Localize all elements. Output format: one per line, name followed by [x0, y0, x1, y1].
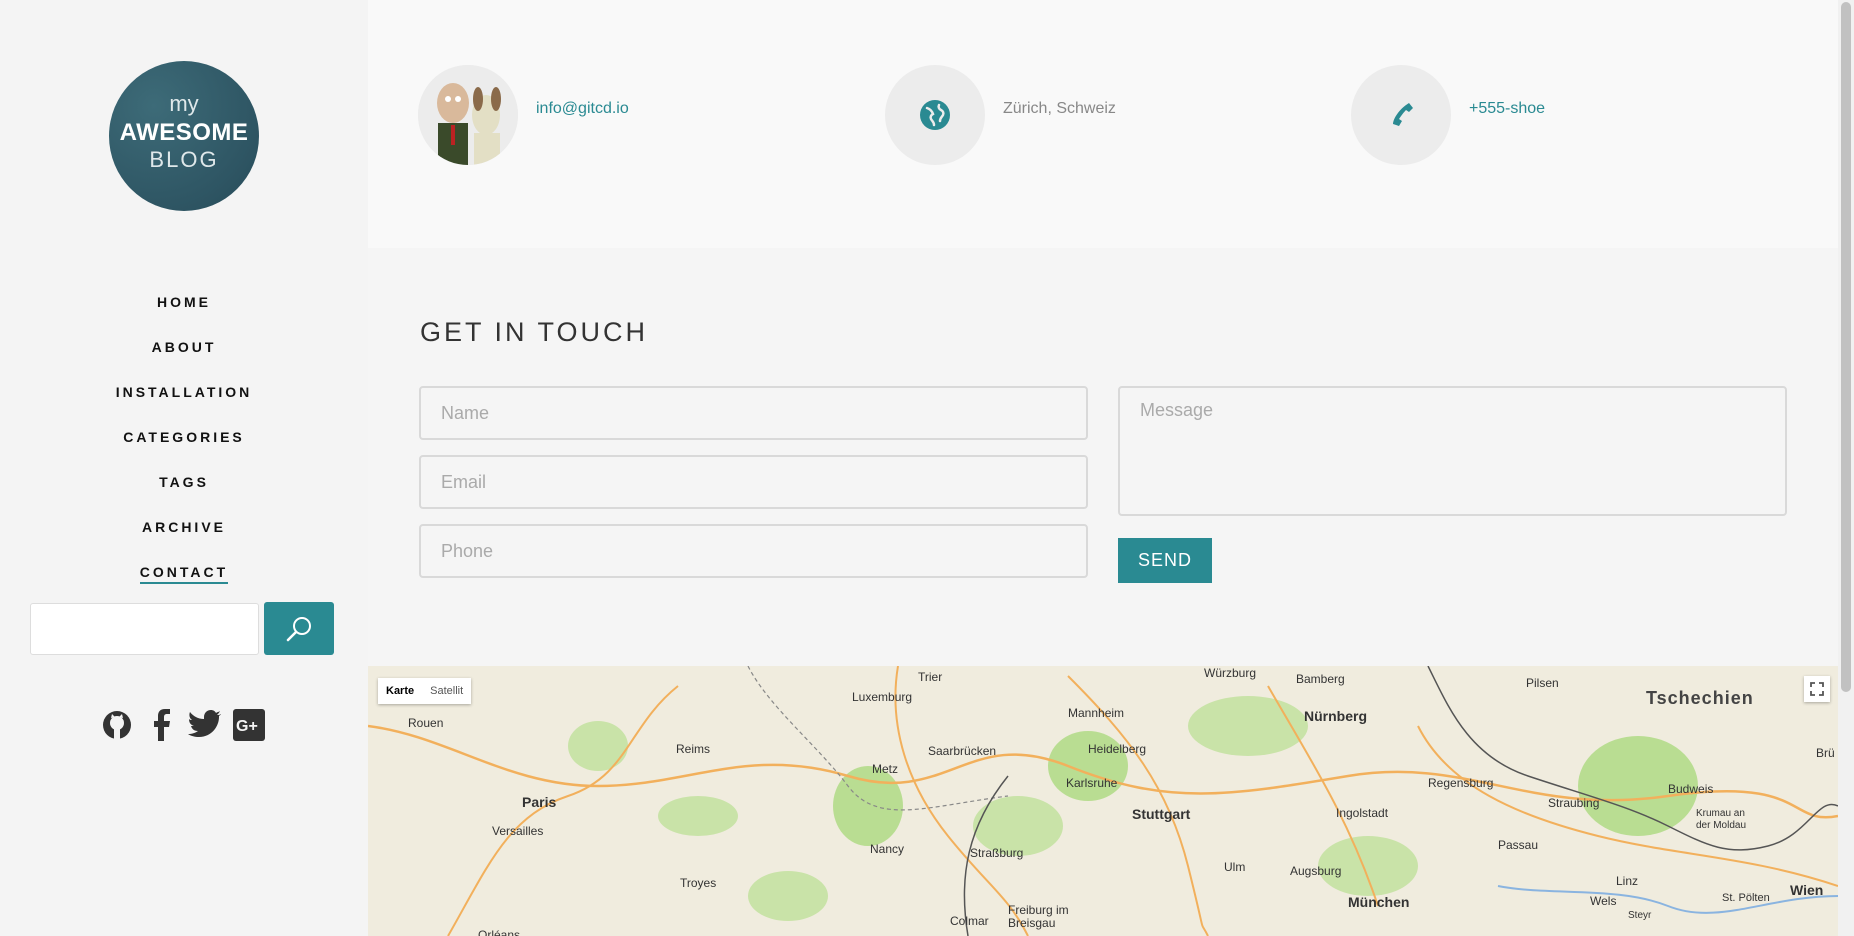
map-label: Regensburg [1428, 776, 1494, 790]
map[interactable]: Karte Satellit Würzburg Bamberg Pilsen T… [368, 666, 1838, 936]
map-label: St. Pölten [1722, 892, 1770, 904]
map-label: Passau [1498, 838, 1539, 852]
phone-field[interactable]: Phone [419, 524, 1088, 578]
avatar [418, 65, 518, 165]
map-label: Budweis [1668, 782, 1714, 796]
globe-icon [920, 100, 950, 130]
send-button[interactable]: SEND [1118, 538, 1212, 583]
blog-logo[interactable]: my AWESOME BLOG [109, 61, 259, 211]
email-field[interactable]: Email [419, 455, 1088, 509]
contact-info-band: info@gitcd.io Zürich, Schweiz +555-shoe [368, 0, 1838, 248]
map-label: Paris [522, 794, 557, 810]
twitter-icon[interactable] [188, 708, 222, 742]
name-field[interactable]: Name [419, 386, 1088, 440]
map-label: Pilsen [1526, 676, 1559, 690]
map-label: Freiburg im Breisgau [1008, 903, 1069, 930]
location-info: Zürich, Schweiz [885, 65, 1116, 165]
phone-link[interactable]: +555-shoe [1469, 100, 1545, 118]
message-placeholder: Message [1140, 400, 1214, 420]
email-placeholder: Email [441, 471, 487, 492]
map-label: Krumau an der Moldau [1696, 808, 1747, 831]
nav-item-archive[interactable]: ARCHIVE [0, 515, 368, 560]
map-label: Heidelberg [1088, 742, 1147, 756]
nav-item-about[interactable]: ABOUT [0, 335, 368, 380]
map-label: Colmar [950, 914, 989, 928]
map-label: Straubing [1548, 796, 1600, 810]
google-plus-icon[interactable]: G+ [232, 708, 266, 742]
phone-info: +555-shoe [1351, 65, 1545, 165]
map-label: Rouen [408, 716, 444, 730]
map-label: Augsburg [1290, 864, 1342, 878]
nav-item-categories[interactable]: CATEGORIES [0, 425, 368, 470]
map-label: München [1348, 894, 1410, 910]
search-button[interactable] [264, 602, 334, 655]
map-label: Versailles [492, 824, 544, 838]
page-title: GET IN TOUCH [420, 317, 649, 347]
phone-icon [1393, 103, 1413, 126]
map-label: Metz [872, 762, 899, 776]
map-label: Reims [676, 742, 711, 756]
nav-item-contact[interactable]: CONTACT [0, 560, 368, 605]
nav-item-installation[interactable]: INSTALLATION [0, 380, 368, 425]
map-type-satellite[interactable]: Satellit [422, 678, 471, 704]
globe-icon-circle [885, 65, 985, 165]
map-label: Mannheim [1068, 706, 1125, 720]
logo-line-3: BLOG [149, 147, 219, 172]
map-label: Nürnberg [1304, 708, 1367, 724]
search-icon [286, 616, 311, 641]
fullscreen-icon [1810, 682, 1824, 696]
map-label: Orléans [478, 928, 521, 936]
map-label: Wien [1790, 882, 1824, 898]
map-label: Saarbrücken [928, 744, 997, 758]
map-label: Brü [1816, 746, 1835, 760]
map-label: Troyes [680, 876, 717, 890]
map-label: Linz [1616, 874, 1639, 888]
map-label: Karlsruhe [1066, 776, 1118, 790]
location-text: Zürich, Schweiz [1003, 100, 1116, 117]
map-label: Stuttgart [1132, 806, 1191, 822]
map-label: Bamberg [1296, 672, 1345, 686]
logo-line-1: my [169, 91, 199, 116]
phone-icon-circle [1351, 65, 1451, 165]
sidebar: my AWESOME BLOG HOME ABOUT INSTALLATION … [0, 0, 368, 936]
map-label: Steyr [1628, 910, 1652, 921]
map-label: Ingolstadt [1336, 806, 1389, 820]
map-type-karte[interactable]: Karte [378, 678, 422, 704]
name-placeholder: Name [441, 402, 490, 423]
search-input[interactable] [30, 603, 259, 655]
svg-text:G+: G+ [236, 718, 258, 735]
page-scrollbar[interactable] [1838, 0, 1854, 936]
map-label: Trier [918, 670, 943, 684]
map-label: Tschechien [1646, 688, 1754, 708]
map-label: Würzburg [1204, 666, 1257, 680]
phone-placeholder: Phone [441, 540, 494, 561]
main-nav: HOME ABOUT INSTALLATION CATEGORIES TAGS … [0, 290, 368, 605]
map-label: Luxemburg [852, 690, 913, 704]
email-link[interactable]: info@gitcd.io [536, 100, 629, 118]
social-links: G+ [100, 708, 266, 742]
map-label: Straßburg [970, 846, 1024, 860]
map-label: Wels [1590, 894, 1617, 908]
facebook-icon[interactable] [144, 708, 178, 742]
scrollbar-thumb[interactable] [1841, 2, 1851, 692]
fullscreen-button[interactable] [1804, 676, 1830, 702]
map-label: Ulm [1224, 860, 1246, 874]
email-info: info@gitcd.io [418, 65, 629, 165]
nav-item-tags[interactable]: TAGS [0, 470, 368, 515]
map-type-toggle: Karte Satellit [378, 678, 472, 704]
message-field[interactable]: Message [1118, 386, 1787, 516]
github-icon[interactable] [100, 708, 134, 742]
nav-item-home[interactable]: HOME [0, 290, 368, 335]
map-label: Nancy [870, 842, 905, 856]
logo-line-2: AWESOME [119, 119, 249, 146]
